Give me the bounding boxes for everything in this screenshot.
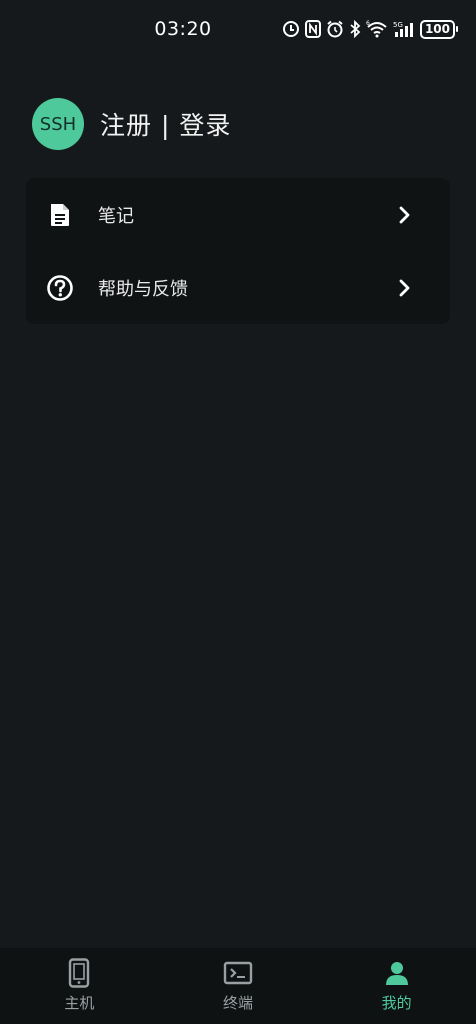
avatar[interactable]: SSH: [32, 98, 84, 150]
tab-host-label: 主机: [64, 994, 95, 1012]
menu-card: 笔记 帮助与反馈: [26, 178, 450, 324]
login-register-link[interactable]: 注册 | 登录: [100, 106, 231, 142]
menu-item-help-feedback[interactable]: 帮助与反馈: [26, 251, 450, 324]
bottom-nav: 主机 终端 我的: [0, 948, 476, 1024]
alarm-icon: [326, 20, 344, 38]
terminal-icon: [223, 958, 253, 988]
tab-mine-label: 我的: [381, 994, 412, 1012]
menu-item-label: 笔记: [98, 205, 134, 227]
battery-cap: [456, 26, 458, 32]
status-icons: 6 5G 100: [282, 19, 458, 39]
tab-host[interactable]: 主机: [0, 948, 159, 1024]
menu-item-label: 帮助与反馈: [98, 278, 188, 300]
tab-terminal-label: 终端: [223, 994, 254, 1012]
person-icon: [382, 958, 412, 988]
document-icon: [46, 201, 74, 229]
phone-device-icon: [64, 958, 94, 988]
status-bar: 03:20 6 5G 100: [0, 0, 476, 58]
wifi-icon: 6: [366, 20, 388, 38]
svg-text:6: 6: [366, 20, 370, 27]
bluetooth-icon: [349, 20, 361, 38]
signal-icon: 5G: [393, 20, 415, 38]
nfc-icon: [304, 20, 321, 38]
help-circle-icon: [46, 274, 74, 302]
data-saver-icon: [282, 20, 300, 38]
svg-text:5G: 5G: [393, 21, 403, 29]
battery-level: 100: [419, 19, 455, 39]
chevron-right-icon: [396, 279, 414, 297]
chevron-right-icon: [396, 206, 414, 224]
menu-item-notes[interactable]: 笔记: [26, 178, 450, 251]
battery-icon: 100: [419, 19, 458, 39]
profile-header[interactable]: SSH 注册 | 登录: [32, 97, 231, 151]
tab-terminal[interactable]: 终端: [159, 948, 318, 1024]
tab-mine[interactable]: 我的: [317, 948, 476, 1024]
